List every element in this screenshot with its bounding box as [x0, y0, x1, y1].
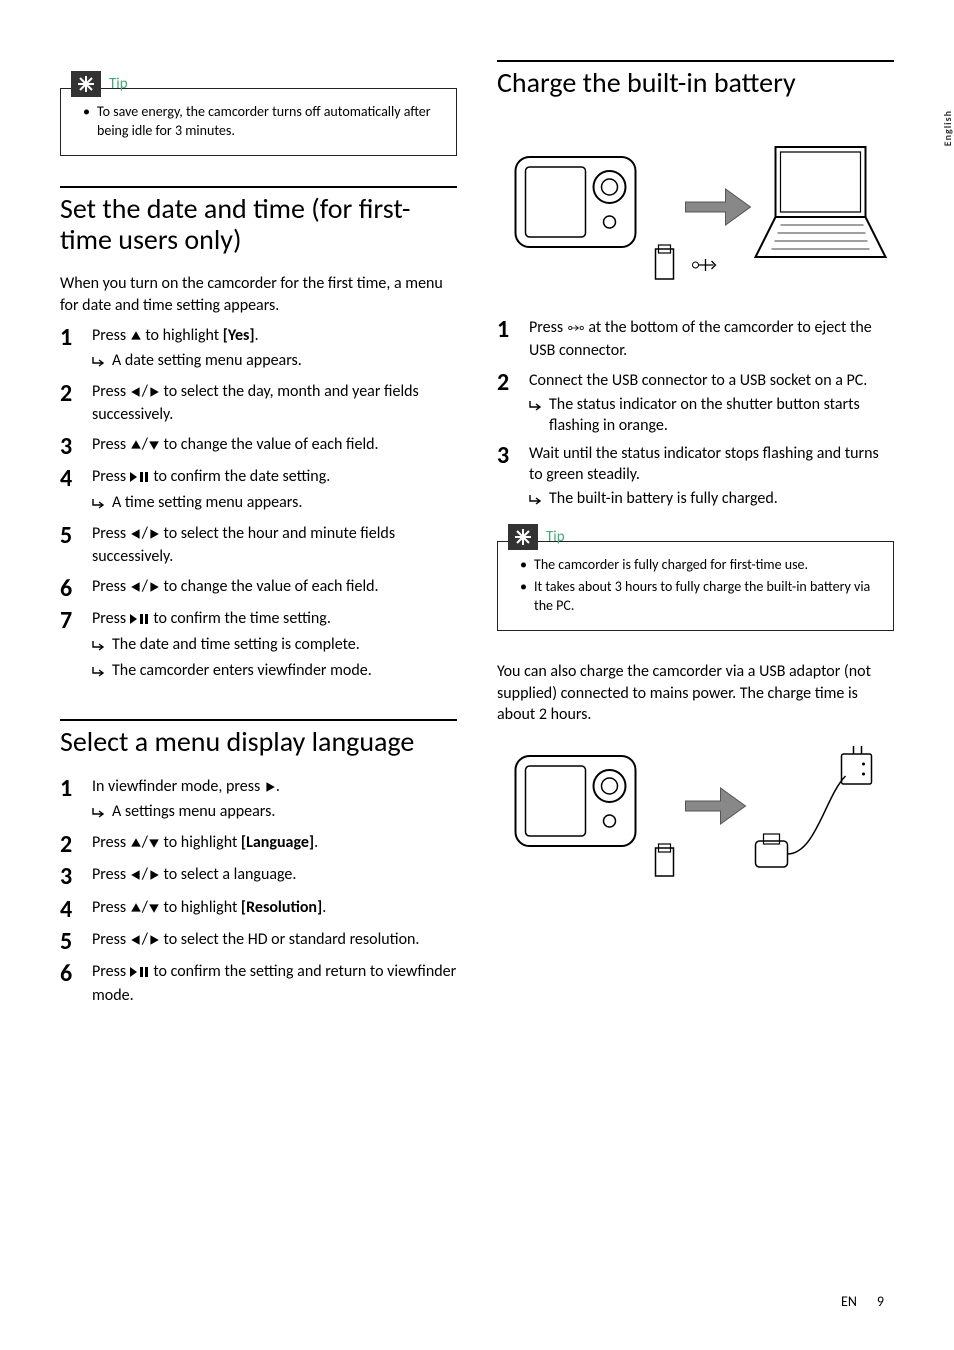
tip-asterisk-icon	[71, 71, 101, 97]
step-item: 5 Press / to select the HD or standard r…	[60, 929, 457, 955]
tip-label: Tip	[546, 528, 565, 546]
play-pause-icon	[130, 468, 150, 490]
ui-label-resolution: [Resolution]	[241, 898, 322, 917]
section-title-datetime: Set the date and time (for first-time us…	[60, 194, 457, 256]
result-arrow-icon	[92, 495, 106, 517]
down-icon	[148, 834, 160, 856]
play-pause-icon	[130, 963, 150, 985]
result-arrow-icon	[529, 397, 543, 419]
language-tab: English	[941, 110, 954, 146]
ui-label-language: [Language]	[241, 833, 314, 852]
illustration-camcorder-to-pc	[497, 117, 894, 297]
step-item: 2 Connect the USB connector to a USB soc…	[497, 370, 894, 437]
right-icon	[264, 778, 276, 800]
eject-icon	[567, 319, 585, 341]
page-footer: EN 9	[841, 1293, 884, 1310]
down-icon	[148, 899, 160, 921]
tip-box-charge: Tip The camcorder is fully charged for f…	[497, 541, 894, 632]
step-item: 6 Press to confirm the setting and retur…	[60, 961, 457, 1008]
down-icon	[148, 436, 160, 458]
section-title-charge: Charge the built-in battery	[497, 68, 894, 99]
step-item: 3 Wait until the status indicator stops …	[497, 443, 894, 513]
step-item: 7 Press to confirm the time setting. The…	[60, 608, 457, 685]
step-item: 1 Press at the bottom of the camcorder t…	[497, 317, 894, 364]
tip-item: To save energy, the camcorder turns off …	[83, 103, 442, 141]
step-item: 3 Press / to select a language.	[60, 864, 457, 890]
ui-label-yes: [Yes]	[223, 326, 255, 345]
right-icon	[148, 525, 160, 547]
result-arrow-icon	[529, 491, 543, 513]
step-item: 1 In viewfinder mode, press . A settings…	[60, 776, 457, 826]
result-arrow-icon	[92, 804, 106, 826]
up-icon	[130, 436, 142, 458]
footer-lang: EN	[841, 1293, 857, 1310]
tip-box-energy: Tip To save energy, the camcorder turns …	[60, 88, 457, 156]
paragraph-usb-adaptor: You can also charge the camcorder via a …	[497, 661, 894, 726]
right-icon	[148, 931, 160, 953]
section-title-language: Select a menu display language	[60, 727, 457, 758]
step-item: 1 Press to highlight [Yes]. A date setti…	[60, 325, 457, 375]
step-item: 4 Press / to highlight [Resolution].	[60, 897, 457, 923]
right-icon	[148, 866, 160, 888]
left-icon	[130, 525, 142, 547]
tip-item: It takes about 3 hours to fully charge t…	[520, 578, 879, 616]
step-item: 5 Press / to select the hour and minute …	[60, 523, 457, 570]
up-icon	[130, 834, 142, 856]
left-icon	[130, 931, 142, 953]
step-item: 6 Press / to change the value of each fi…	[60, 576, 457, 602]
result-arrow-icon	[92, 637, 106, 659]
section-intro: When you turn on the camcorder for the f…	[60, 273, 457, 316]
tip-label: Tip	[109, 75, 128, 93]
step-item: 3 Press / to change the value of each fi…	[60, 434, 457, 460]
step-item: 2 Press / to highlight [Language].	[60, 832, 457, 858]
up-icon	[130, 899, 142, 921]
footer-page-number: 9	[877, 1293, 884, 1310]
right-icon	[148, 383, 160, 405]
play-pause-icon	[130, 610, 150, 632]
right-icon	[148, 578, 160, 600]
step-item: 2 Press / to select the day, month and y…	[60, 381, 457, 428]
illustration-camcorder-to-outlet	[497, 736, 894, 886]
tip-asterisk-icon	[508, 524, 538, 550]
left-icon	[130, 578, 142, 600]
tip-item: The camcorder is fully charged for first…	[520, 556, 879, 575]
up-icon	[130, 327, 142, 349]
result-arrow-icon	[92, 663, 106, 685]
result-arrow-icon	[92, 353, 106, 375]
left-icon	[130, 866, 142, 888]
step-item: 4 Press to confirm the date setting. A t…	[60, 466, 457, 516]
step-number: 1	[60, 325, 92, 351]
left-icon	[130, 383, 142, 405]
